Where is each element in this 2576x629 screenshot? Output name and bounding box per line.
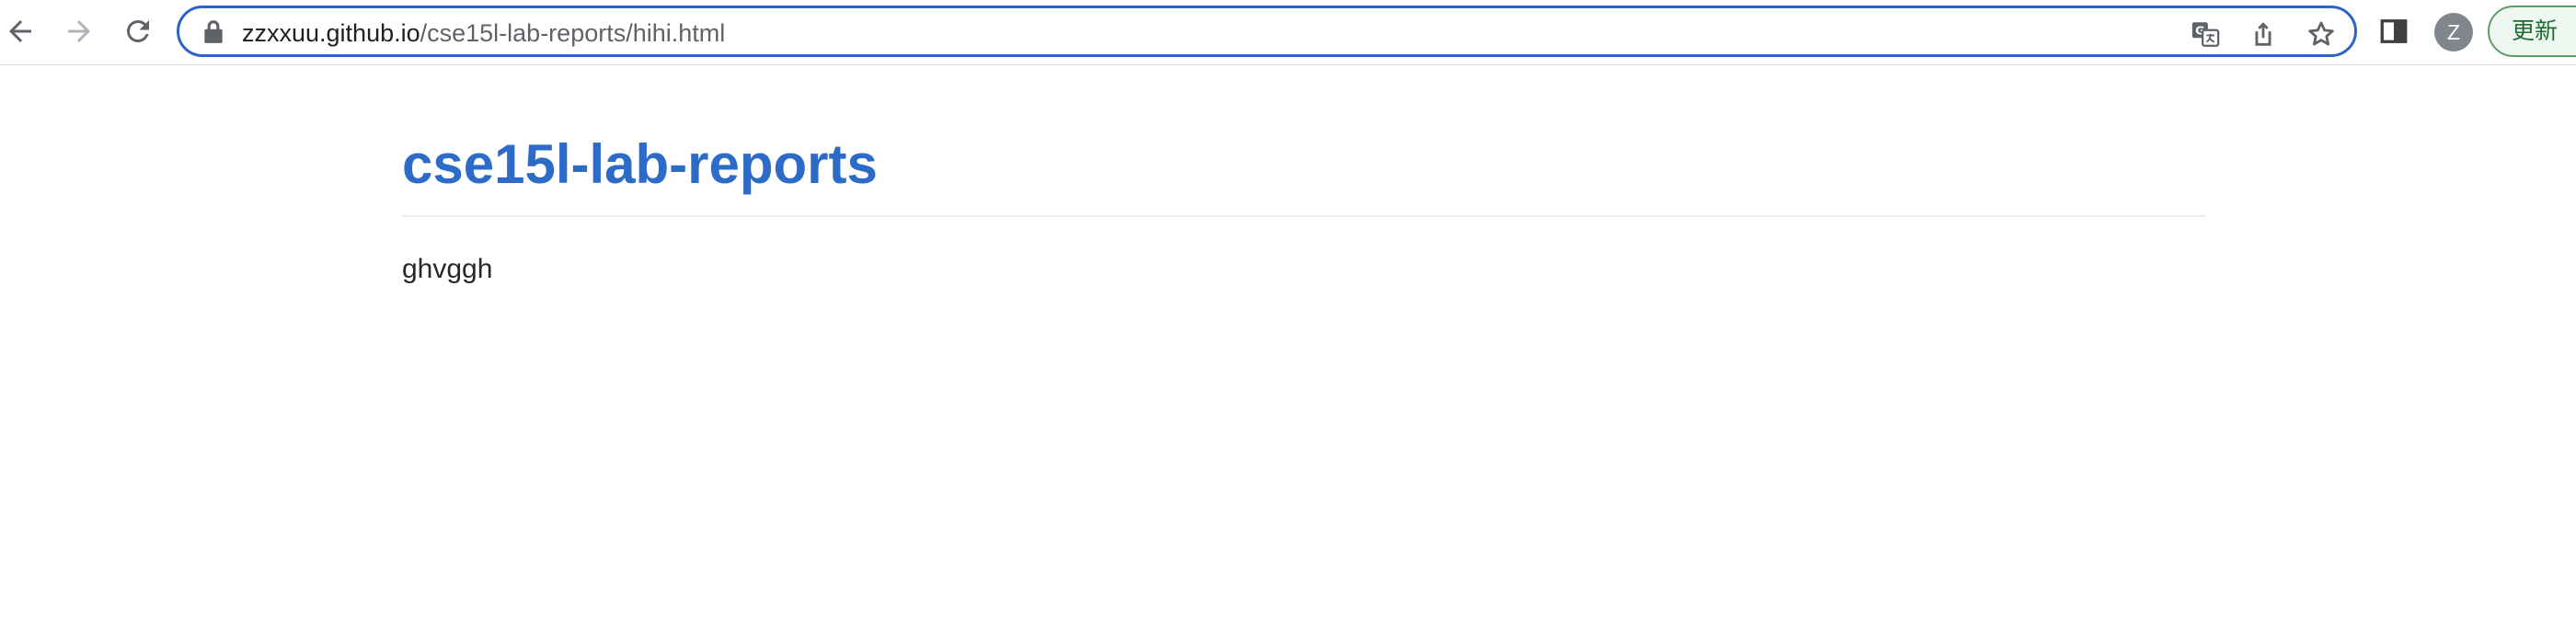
url-text[interactable]: zzxxuu.github.io/cse15l-lab-reports/hihi… xyxy=(242,18,725,48)
address-bar[interactable]: zzxxuu.github.io/cse15l-lab-reports/hihi… xyxy=(177,6,2357,57)
translate-button[interactable]: G xyxy=(2187,16,2224,52)
reload-button[interactable] xyxy=(120,13,156,50)
back-button[interactable] xyxy=(2,13,39,50)
update-button[interactable]: 更新 xyxy=(2488,6,2576,57)
bookmark-button[interactable] xyxy=(2303,16,2340,52)
url-path: /cse15l-lab-reports/hihi.html xyxy=(420,19,726,47)
page-title[interactable]: cse15l-lab-reports xyxy=(402,129,878,200)
share-button[interactable] xyxy=(2245,16,2282,52)
url-host: zzxxuu.github.io xyxy=(242,19,420,47)
profile-avatar[interactable]: Z xyxy=(2434,13,2473,51)
browser-toolbar: zzxxuu.github.io/cse15l-lab-reports/hihi… xyxy=(0,0,2576,65)
reload-icon xyxy=(126,19,149,42)
side-panel-icon xyxy=(2380,19,2408,43)
side-panel-button[interactable] xyxy=(2375,13,2412,50)
title-divider xyxy=(402,215,2205,217)
forward-button[interactable] xyxy=(61,13,98,50)
share-icon xyxy=(2255,22,2271,46)
translate-icon: G xyxy=(2191,22,2220,47)
forward-arrow-icon xyxy=(68,20,90,42)
back-arrow-icon xyxy=(9,20,31,42)
star-icon xyxy=(2308,21,2334,46)
body-text: ghvggh xyxy=(402,254,493,284)
lock-icon[interactable] xyxy=(201,19,225,45)
